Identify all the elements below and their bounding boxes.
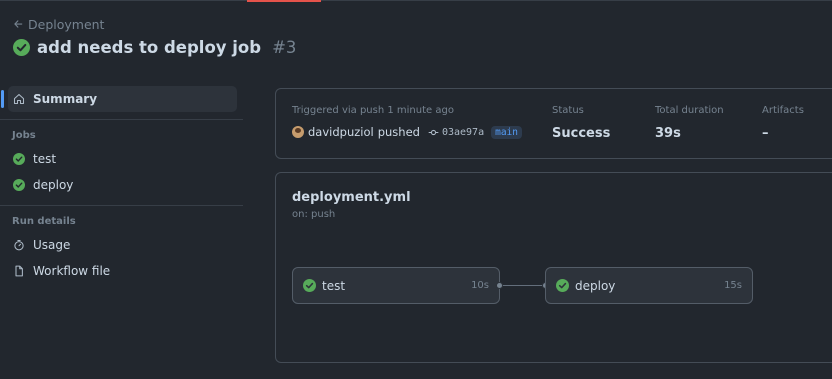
- job-name: deploy: [575, 278, 616, 293]
- duration-value: 39s: [655, 126, 681, 141]
- success-check-icon: [303, 279, 316, 292]
- connector-dot-out: [496, 282, 503, 289]
- branch-badge[interactable]: main: [491, 125, 522, 139]
- workflow-graph-card: deployment.yml on: push test 10s deploy …: [275, 172, 832, 363]
- run-details-section-label: Run details: [12, 216, 76, 227]
- action-text: pushed: [377, 125, 420, 139]
- artifacts-column: Artifacts –: [762, 105, 804, 141]
- trigger-column: Triggered via push 1 minute ago davidpuz…: [292, 105, 522, 139]
- home-icon: [13, 93, 25, 105]
- sidebar-divider: [0, 119, 243, 120]
- job-node-deploy[interactable]: deploy 15s: [545, 267, 753, 304]
- sidebar-item-summary[interactable]: Summary: [1, 86, 237, 112]
- sidebar-item-job-test[interactable]: test: [0, 146, 243, 172]
- workflow-file-name[interactable]: deployment.yml: [292, 190, 411, 205]
- success-check-icon: [13, 153, 25, 165]
- sidebar-divider: [0, 205, 243, 206]
- page-title: add needs to deploy job #3: [13, 38, 296, 57]
- job-name: test: [322, 278, 346, 293]
- status-value: Success: [552, 126, 611, 141]
- job-connector: [500, 285, 545, 286]
- trigger-details: davidpuziol pushed 03ae97a main: [292, 125, 522, 139]
- avatar[interactable]: [292, 126, 304, 138]
- success-check-icon: [13, 39, 30, 56]
- job-node-test[interactable]: test 10s: [292, 267, 500, 304]
- commit-link[interactable]: 03ae97a: [428, 127, 484, 138]
- progress-strip: [247, 0, 321, 2]
- jobs-section-label: Jobs: [12, 130, 36, 141]
- sidebar-item-usage[interactable]: Usage: [0, 232, 243, 258]
- sidebar-item-label: deploy: [33, 178, 74, 192]
- status-column: Status Success: [552, 105, 610, 141]
- success-check-icon: [556, 279, 569, 292]
- commit-sha: 03ae97a: [441, 126, 485, 138]
- actor-link[interactable]: davidpuziol: [308, 125, 374, 139]
- duration-label: Total duration: [655, 105, 724, 116]
- trigger-label: Triggered via push 1 minute ago: [292, 105, 454, 116]
- sidebar-item-label: Workflow file: [33, 264, 111, 278]
- job-duration: 15s: [724, 280, 742, 291]
- top-divider: [0, 0, 832, 1]
- back-link[interactable]: Deployment: [13, 16, 296, 32]
- commit-icon: [428, 129, 439, 135]
- run-summary-card: Triggered via push 1 minute ago davidpuz…: [275, 88, 832, 159]
- arrow-left-icon: [14, 20, 23, 28]
- run-title: add needs to deploy job: [37, 38, 262, 57]
- sidebar-item-label: Usage: [33, 238, 71, 252]
- sidebar-item-workflow-file[interactable]: Workflow file: [0, 258, 243, 284]
- back-link-label: Deployment: [28, 16, 105, 32]
- sidebar-item-label: Summary: [33, 92, 98, 106]
- artifacts-value: –: [762, 126, 769, 141]
- sidebar-item-job-deploy[interactable]: deploy: [0, 172, 243, 198]
- sidebar: Summary Jobs test deploy Run details Usa…: [0, 86, 243, 284]
- artifacts-label: Artifacts: [762, 105, 804, 116]
- status-label: Status: [552, 105, 584, 116]
- run-number: #3: [272, 38, 297, 57]
- job-duration: 10s: [471, 280, 489, 291]
- success-check-icon: [13, 179, 25, 191]
- workflow-trigger: on: push: [292, 209, 336, 220]
- run-header: Deployment add needs to deploy job #3: [13, 16, 296, 57]
- file-icon: [15, 265, 23, 277]
- sidebar-item-label: test: [33, 152, 57, 166]
- stopwatch-icon: [14, 239, 24, 251]
- duration-column: Total duration 39s: [655, 105, 724, 141]
